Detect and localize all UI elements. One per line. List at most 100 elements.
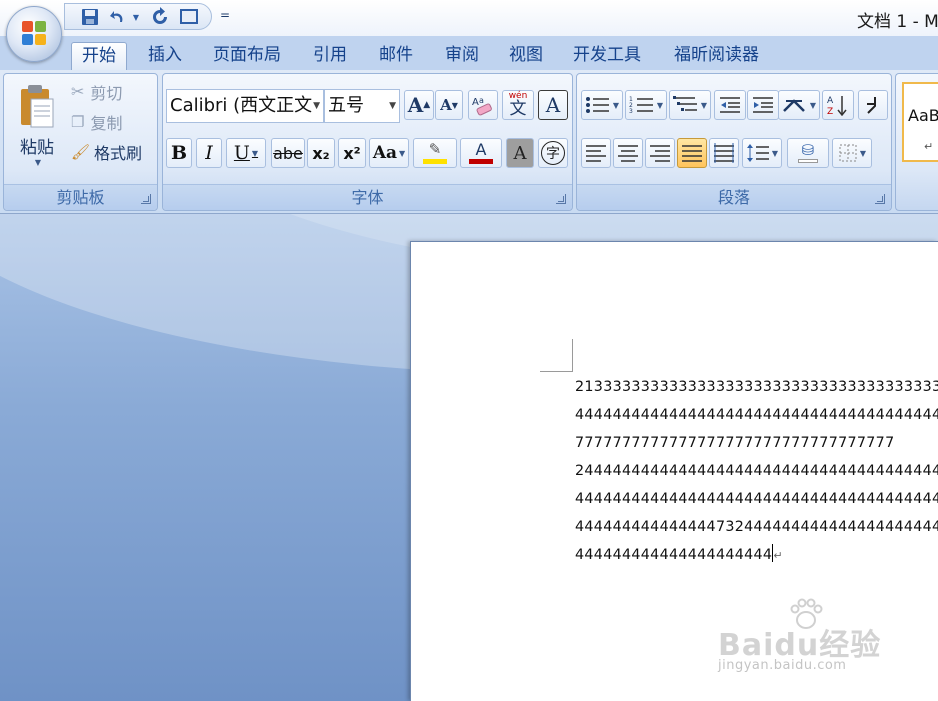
bold-icon: B — [170, 142, 188, 164]
subscript-button[interactable]: x₂ — [307, 138, 335, 168]
multilevel-list-button[interactable]: ▼ — [669, 90, 711, 120]
document-line-5[interactable]: 4444444444444444444444444444444444444444… — [575, 488, 938, 516]
text-highlight-button[interactable]: ✎ — [413, 138, 457, 168]
font-size-dropdown-icon[interactable]: ▼ — [389, 90, 396, 122]
document-line-7[interactable]: 444444444444444444444 — [575, 547, 772, 563]
font-name-value: Calibri (西文正文 — [170, 95, 313, 116]
enclose-characters-button[interactable]: 字 — [538, 138, 568, 168]
font-color-button[interactable]: A — [460, 138, 502, 168]
bold-button[interactable]: B — [166, 138, 192, 168]
document-line-3[interactable]: 7777777777777777777777777777777777 — [575, 432, 938, 460]
change-case-icon: Aa — [372, 143, 398, 163]
strikethrough-button[interactable]: abe — [271, 138, 305, 168]
enclose-characters-icon: 字 — [541, 141, 565, 165]
numbering-button[interactable]: 1 2 3 ▼ — [625, 90, 667, 120]
italic-button[interactable]: I — [196, 138, 222, 168]
copy-button[interactable]: ❐ 复制 — [70, 108, 154, 135]
document-body[interactable]: 2133333333333333333333333333333333333333… — [575, 376, 938, 572]
cut-button[interactable]: ✂ 剪切 — [70, 78, 154, 105]
tab-home[interactable]: 开始 — [71, 42, 127, 70]
distributed-icon — [714, 143, 734, 163]
document-line-1[interactable]: 2133333333333333333333333333333333333333… — [575, 376, 938, 404]
align-right-button[interactable] — [645, 138, 675, 168]
decrease-indent-button[interactable] — [714, 90, 746, 120]
clear-formatting-button[interactable]: A a — [468, 90, 498, 120]
font-name-dropdown-icon[interactable]: ▼ — [313, 90, 320, 122]
clipboard-group-label: 剪贴板 — [4, 184, 157, 210]
shrink-font-button[interactable]: A ▼ — [435, 90, 463, 120]
font-size-combo[interactable]: 五号 ▼ — [324, 89, 400, 123]
numbering-icon: 123 — [629, 96, 653, 115]
font-color-icon: A — [475, 140, 487, 159]
align-left-icon — [586, 145, 606, 162]
character-shading-button[interactable]: A — [506, 138, 534, 168]
increase-indent-button[interactable] — [747, 90, 779, 120]
borders-button[interactable]: ▼ — [832, 138, 872, 168]
ribbon-tab-row: 开始 插入 页面布局 引用 邮件 审阅 视图 开发工具 福昕阅读器 — [0, 36, 938, 70]
distributed-button[interactable] — [709, 138, 739, 168]
sort-button[interactable]: AZ — [822, 90, 854, 120]
character-border-button[interactable]: A — [538, 90, 568, 120]
italic-icon: I — [205, 142, 213, 164]
bullets-button[interactable]: ▼ — [581, 90, 623, 120]
font-group: Calibri (西文正文 ▼ 五号 ▼ A▲ A▼ A a wén 文 A — [162, 73, 573, 211]
tab-page-layout[interactable]: 页面布局 — [203, 42, 291, 70]
paste-dropdown-icon[interactable]: ▼ — [35, 158, 41, 167]
underline-button[interactable]: U ▼ — [226, 138, 266, 168]
cut-label: 剪切 — [90, 83, 123, 103]
paste-label: 粘贴 — [20, 138, 54, 158]
align-center-button[interactable] — [613, 138, 643, 168]
tab-review[interactable]: 审阅 — [435, 42, 489, 70]
phonetic-guide-button[interactable]: wén 文 — [502, 90, 534, 120]
document-line-7-container[interactable]: 444444444444444444444↵ — [575, 544, 938, 572]
format-painter-label: 格式刷 — [94, 143, 143, 163]
document-line-4[interactable]: 2444444444444444444444444444444444444444… — [575, 460, 938, 488]
justify-button[interactable] — [677, 138, 707, 168]
grow-font-icon: A — [407, 93, 424, 117]
tab-references[interactable]: 引用 — [303, 42, 357, 70]
borders-icon — [839, 144, 857, 162]
format-painter-button[interactable]: 🖌 格式刷 — [70, 138, 154, 165]
undo-dropdown-icon[interactable]: ▼ — [131, 7, 141, 27]
character-shading-icon: A — [513, 142, 527, 164]
print-preview-icon[interactable] — [177, 7, 201, 27]
align-center-icon — [618, 145, 638, 162]
strikethrough-icon: abe — [273, 143, 303, 163]
grow-font-button[interactable]: A ▲ — [404, 90, 434, 120]
style-para-mark: ↵ — [924, 140, 934, 153]
superscript-button[interactable]: x² — [338, 138, 366, 168]
line-spacing-icon — [746, 144, 769, 162]
office-button[interactable] — [6, 6, 62, 62]
change-case-button[interactable]: Aa ▼ — [369, 138, 409, 168]
font-size-value: 五号 — [328, 95, 364, 116]
show-hide-marks-button[interactable] — [858, 90, 888, 120]
margin-crop-mark — [540, 339, 573, 372]
tab-foxit-reader[interactable]: 福昕阅读器 — [664, 42, 769, 70]
redo-icon[interactable] — [149, 7, 171, 27]
paste-button[interactable]: 粘贴 ▼ — [11, 78, 63, 172]
tab-mailings[interactable]: 邮件 — [369, 42, 423, 70]
paragraph-dialog-launcher-icon[interactable] — [875, 194, 885, 204]
customize-quick-access-icon[interactable]: = — [220, 8, 230, 22]
document-line-6[interactable]: 4444444444444447324444444444444444444444… — [575, 516, 938, 544]
line-spacing-button[interactable]: ▼ — [742, 138, 782, 168]
style-normal-swatch[interactable]: AaB ↵ — [902, 82, 938, 162]
save-icon[interactable] — [79, 7, 101, 27]
tab-developer[interactable]: 开发工具 — [563, 42, 651, 70]
tab-view[interactable]: 视图 — [499, 42, 553, 70]
document-line-2[interactable]: 4444444444444444444444444444444444444444… — [575, 404, 938, 432]
font-name-combo[interactable]: Calibri (西文正文 ▼ — [166, 89, 324, 123]
clipboard-dialog-launcher-icon[interactable] — [141, 194, 151, 204]
show-hide-marks-icon — [867, 97, 876, 114]
font-dialog-launcher-icon[interactable] — [556, 194, 566, 204]
shading-button[interactable]: ⛁ — [787, 138, 829, 168]
align-left-button[interactable] — [581, 138, 611, 168]
document-title: 文档 1 - M — [857, 12, 938, 32]
chinese-layout-icon — [783, 99, 805, 112]
shading-color-swatch — [798, 159, 818, 163]
tab-insert[interactable]: 插入 — [138, 42, 192, 70]
undo-icon[interactable] — [107, 7, 129, 27]
chinese-layout-button[interactable]: ▼ — [778, 90, 820, 120]
font-group-label: 字体 — [163, 184, 572, 210]
clipboard-group: 粘贴 ▼ ✂ 剪切 ❐ 复制 🖌 格式刷 剪贴板 — [3, 73, 158, 211]
